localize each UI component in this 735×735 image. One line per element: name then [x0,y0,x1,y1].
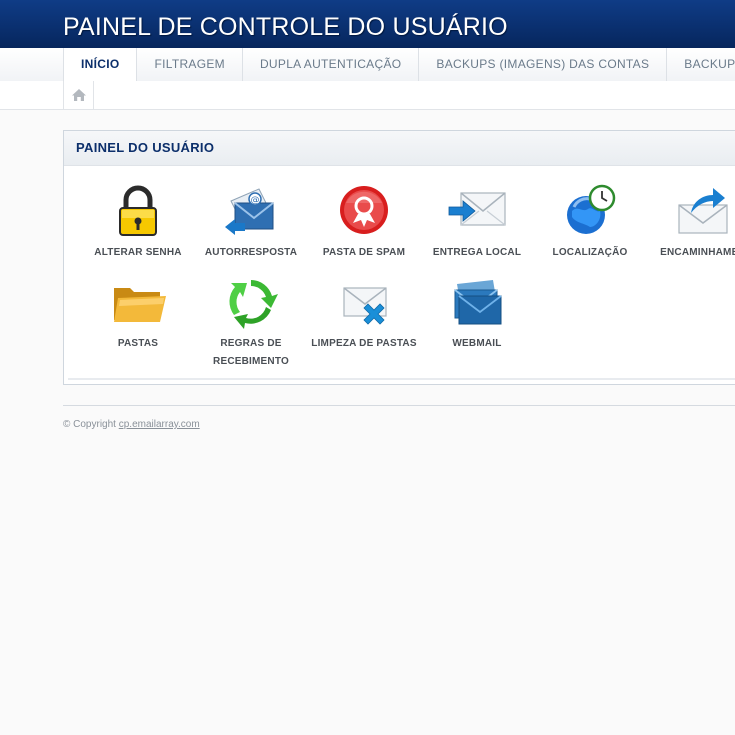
tile-label: WEBMAIL [452,338,502,349]
tile-label: PASTAS [117,338,159,349]
local-delivery-icon [448,192,506,226]
breadcrumb [0,81,735,110]
tile-entrega-local[interactable]: ENTREGA LOCAL [422,183,532,262]
tile-label: REGRAS DE RECEBIMENTO [213,338,289,367]
user-panel: PAINEL DO USUÁRIO ALTERAR SENHA @ AUTORR… [63,130,735,385]
tab-backups-contas[interactable]: BACKUPS (IMAGENS) DAS CONTAS [419,48,668,81]
footer-divider [63,405,735,406]
tile-webmail[interactable]: WEBMAIL [422,274,532,353]
panel-bottom-border [68,378,735,380]
autoresponder-icon: @ [225,188,274,235]
globe-clock-icon [567,184,616,234]
svg-text:@: @ [251,196,260,206]
folder-icon [114,288,166,322]
main-nav: INÍCIO FILTRAGEM DUPLA AUTENTICAÇÃO BACK… [0,48,735,82]
tab-list: INÍCIO FILTRAGEM DUPLA AUTENTICAÇÃO BACK… [63,48,735,81]
webmail-icon [454,280,502,325]
tile-label: ALTERAR SENHA [94,247,182,258]
tile-encaminhamento[interactable]: ENCAMINHAMEN [648,183,735,262]
spam-folder-icon [340,186,388,234]
forwarding-icon [678,188,728,234]
tile-localizacao[interactable]: LOCALIZAÇÃO [535,183,645,262]
tile-autorresposta[interactable]: @ AUTORRESPOSTA [196,183,306,262]
home-button[interactable] [63,81,94,109]
tile-regras-de-recebimento[interactable]: REGRAS DE RECEBIMENTO [196,274,306,371]
tile-label: PASTA DE SPAM [322,247,406,258]
tile-label: ENCAMINHAMEN [660,247,735,258]
footer-link[interactable]: cp.emailarray.com [119,419,200,430]
folder-cleanup-icon [343,287,387,325]
home-icon [71,89,86,101]
app-title: PAINEL DE CONTROLE DO USUÁRIO [63,13,508,41]
tile-alterar-senha[interactable]: ALTERAR SENHA [83,183,193,262]
tile-pastas[interactable]: PASTAS [83,274,193,353]
padlock-icon [119,185,157,236]
tile-limpeza-de-pastas[interactable]: LIMPEZA DE PASTAS [309,274,419,353]
footer: © Copyright cp.emailarray.com [63,419,200,430]
tile-label: LOCALIZAÇÃO [552,247,628,258]
panel-title: PAINEL DO USUÁRIO [64,131,735,166]
tile-pasta-de-spam[interactable]: PASTA DE SPAM [309,183,419,262]
tile-label: LIMPEZA DE PASTAS [311,338,417,349]
tab-dupla-autenticacao[interactable]: DUPLA AUTENTICAÇÃO [243,48,420,81]
panel-body: ALTERAR SENHA @ AUTORRESPOSTA PASTA DE S [68,169,735,380]
tile-label: AUTORRESPOSTA [204,247,298,258]
tile-label: ENTREGA LOCAL [432,247,522,258]
tab-filtragem[interactable]: FILTRAGEM [137,48,243,81]
tab-inicio[interactable]: INÍCIO [63,48,138,81]
copyright-text: © Copyright [63,419,116,430]
recycle-icon [227,278,278,329]
tab-backups-email[interactable]: BACKUPS DE E- [667,48,735,81]
app-header: PAINEL DE CONTROLE DO USUÁRIO [0,0,735,48]
